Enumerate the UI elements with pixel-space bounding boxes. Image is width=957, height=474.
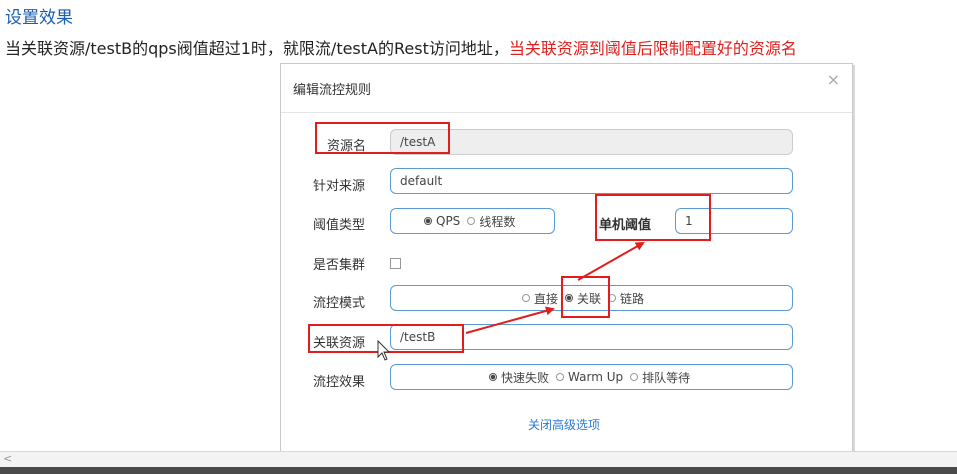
scroll-left-icon[interactable]: < — [3, 452, 12, 465]
bottom-bar — [0, 467, 957, 474]
annotation-arrow-to-mode — [465, 306, 555, 334]
annotation-arrow-to-threshold — [577, 242, 645, 281]
horizontal-scrollbar[interactable]: < — [0, 451, 957, 468]
annotation-overlay — [377, 242, 645, 361]
mouse-cursor-icon — [377, 339, 391, 361]
